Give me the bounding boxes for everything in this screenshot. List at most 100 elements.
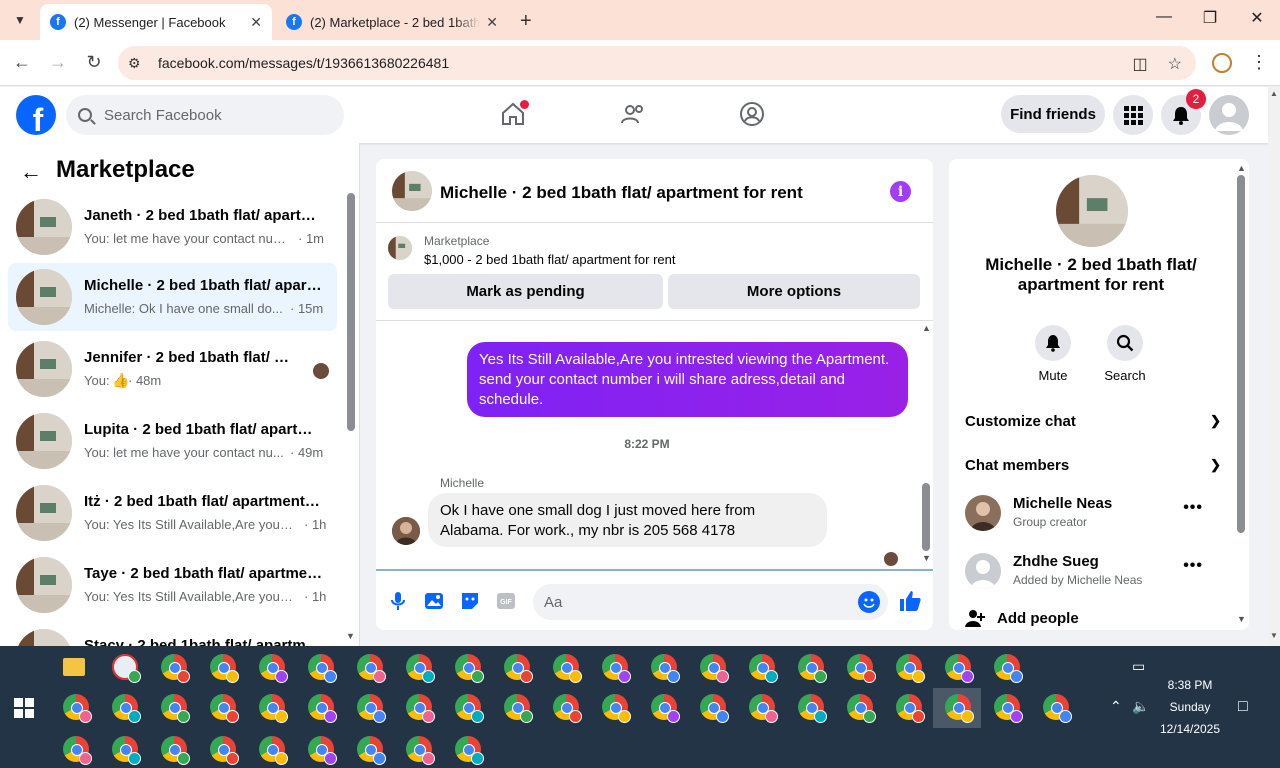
chrome-taskbar-icon[interactable] [308,654,337,683]
thumbs-up-send-icon[interactable] [898,589,922,619]
back-arrow-icon[interactable]: ← [10,52,34,73]
restore-window-icon[interactable]: ❐ [1198,8,1222,28]
scroll-down-arrow-icon[interactable]: ▼ [1237,614,1246,624]
chrome-taskbar-icon[interactable] [161,654,190,683]
chrome-taskbar-icon[interactable] [455,736,484,765]
scroll-up-arrow-icon[interactable]: ▲ [922,323,931,333]
show-hidden-icons-chevron-icon[interactable]: ⌃ [1110,698,1122,715]
friends-icon[interactable] [620,101,646,127]
chat-avatar[interactable] [392,171,432,211]
more-horizontal-icon[interactable]: ••• [1183,557,1203,575]
close-window-icon[interactable]: ✕ [1245,8,1269,28]
chrome-taskbar-icon[interactable] [945,654,974,683]
chrome-taskbar-icon[interactable] [700,694,729,723]
chrome-taskbar-icon[interactable] [406,736,435,765]
find-friends-button[interactable]: Find friends [1001,95,1105,133]
chrome-taskbar-icon[interactable] [945,694,974,723]
clock-time[interactable]: 8:38 PM [1160,678,1220,692]
new-tab-plus-icon[interactable]: + [520,10,532,33]
mute-button[interactable]: Mute [1023,325,1083,383]
member-row[interactable]: Michelle Neas Group creator ••• [965,493,1221,535]
chrome-taskbar-icon[interactable] [1043,694,1072,723]
conversation-item[interactable]: Taye · 2 bed 1bath flat/ apartment for r… [8,551,337,619]
chrome-taskbar-icon[interactable] [553,654,582,683]
chrome-taskbar-icon[interactable] [63,736,92,765]
chrome-taskbar-icon[interactable] [651,694,680,723]
chrome-taskbar-icon[interactable] [63,694,92,723]
chrome-taskbar-icon[interactable] [504,694,533,723]
chrome-taskbar-icon[interactable] [504,654,533,683]
photo-icon[interactable] [422,589,446,613]
network-display-icon[interactable]: ▭ [1132,658,1145,675]
search-input[interactable]: Search Facebook [66,95,344,135]
chat-members-section[interactable]: Chat members ❯ [965,457,1221,474]
chat-scrollbar[interactable]: ▲ ▼ [919,321,933,569]
chrome-taskbar-icon[interactable] [259,694,288,723]
chrome-taskbar-icon[interactable] [112,694,141,723]
more-horizontal-icon[interactable]: ••• [1183,499,1203,517]
chrome-taskbar-icon[interactable] [112,736,141,765]
page-scrollbar[interactable]: ▲ ▼ [1268,87,1280,646]
chrome-taskbar-icon[interactable] [994,654,1023,683]
tab-marketplace[interactable]: f (2) Marketplace - 2 bed 1bath flat ✕ [276,4,508,40]
tab-messenger[interactable]: f (2) Messenger | Facebook ✕ [40,4,272,40]
chrome-taskbar-icon[interactable] [651,654,680,683]
site-info-icon[interactable]: ⚙ [128,55,148,72]
chrome-taskbar-icon[interactable] [847,654,876,683]
gif-icon[interactable]: GIF [494,589,518,613]
close-tab-icon[interactable]: ✕ [250,14,262,31]
scroll-down-arrow-icon[interactable]: ▼ [1270,631,1278,640]
search-conversation-button[interactable]: Search [1095,325,1155,383]
listing-price-title[interactable]: $1,000 - 2 bed 1bath flat/ apartment for… [424,252,676,267]
conversation-item[interactable]: Stacy · 2 bed 1bath flat/ apartment for … [8,623,337,646]
chrome-taskbar-icon[interactable] [308,694,337,723]
conversation-item-active[interactable]: Michelle · 2 bed 1bath flat/ apartment f… [8,263,337,331]
chrome-taskbar-icon[interactable] [896,694,925,723]
conversation-item[interactable]: Jennifer · 2 bed 1bath flat/ apartment f… [8,335,337,403]
more-options-button[interactable]: More options [668,274,920,309]
back-arrow-icon[interactable]: ← [20,159,42,185]
chrome-taskbar-icon[interactable] [210,694,239,723]
tab-search-chevron-icon[interactable]: ▼ [8,8,32,32]
chrome-taskbar-icon[interactable] [406,654,435,683]
member-row[interactable]: Zhdhe Sueg Added by Michelle Neas ••• [965,551,1221,593]
notification-center-icon[interactable]: □ [1238,698,1248,716]
chrome-taskbar-icon[interactable] [798,694,827,723]
scroll-down-arrow-icon[interactable]: ▼ [346,631,355,641]
address-bar[interactable]: ⚙ facebook.com/messages/t/19366136802264… [118,46,1196,80]
bookmark-star-icon[interactable]: ☆ [1168,54,1182,74]
close-tab-icon[interactable]: ✕ [486,14,498,31]
volume-icon[interactable]: 🔈 [1132,698,1149,715]
chrome-taskbar-icon[interactable] [749,694,778,723]
details-scrollbar-thumb[interactable] [1237,175,1245,533]
chrome-taskbar-icon[interactable] [357,736,386,765]
chrome-taskbar-icon[interactable] [798,654,827,683]
facebook-logo-icon[interactable]: f [16,95,56,135]
forward-arrow-icon[interactable]: → [46,52,70,73]
chrome-taskbar-icon[interactable] [161,694,190,723]
windows-start-icon[interactable] [14,698,34,718]
chat-title[interactable]: Michelle · 2 bed 1bath flat/ apartment f… [440,183,803,203]
conversation-item[interactable]: Janeth · 2 bed 1bath flat/ apartment for… [8,193,337,261]
info-icon[interactable]: i [890,181,911,202]
mark-as-pending-button[interactable]: Mark as pending [388,274,663,309]
install-app-icon[interactable]: ◫ [1133,54,1148,74]
chrome-taskbar-icon[interactable] [896,654,925,683]
scroll-up-arrow-icon[interactable]: ▲ [1237,163,1246,173]
scrollbar-thumb[interactable] [922,483,930,551]
chrome-taskbar-icon[interactable] [455,694,484,723]
menu-grid-button[interactable] [1113,95,1153,135]
add-people-button[interactable]: Add people [965,609,1079,627]
browser-profile-icon[interactable] [1212,53,1232,73]
chrome-taskbar-icon[interactable] [847,694,876,723]
chrome-taskbar-icon[interactable] [308,736,337,765]
sticker-icon[interactable] [458,589,482,613]
chrome-taskbar-icon[interactable] [210,654,239,683]
chrome-taskbar-icon[interactable] [406,694,435,723]
conversation-item[interactable]: Lupita · 2 bed 1bath flat/ apartment for… [8,407,337,475]
chrome-taskbar-icon[interactable] [602,694,631,723]
chrome-taskbar-icon[interactable] [259,736,288,765]
chrome-taskbar-icon[interactable] [259,654,288,683]
clock-date[interactable]: 12/14/2025 [1158,722,1222,736]
chrome-taskbar-icon[interactable] [210,736,239,765]
